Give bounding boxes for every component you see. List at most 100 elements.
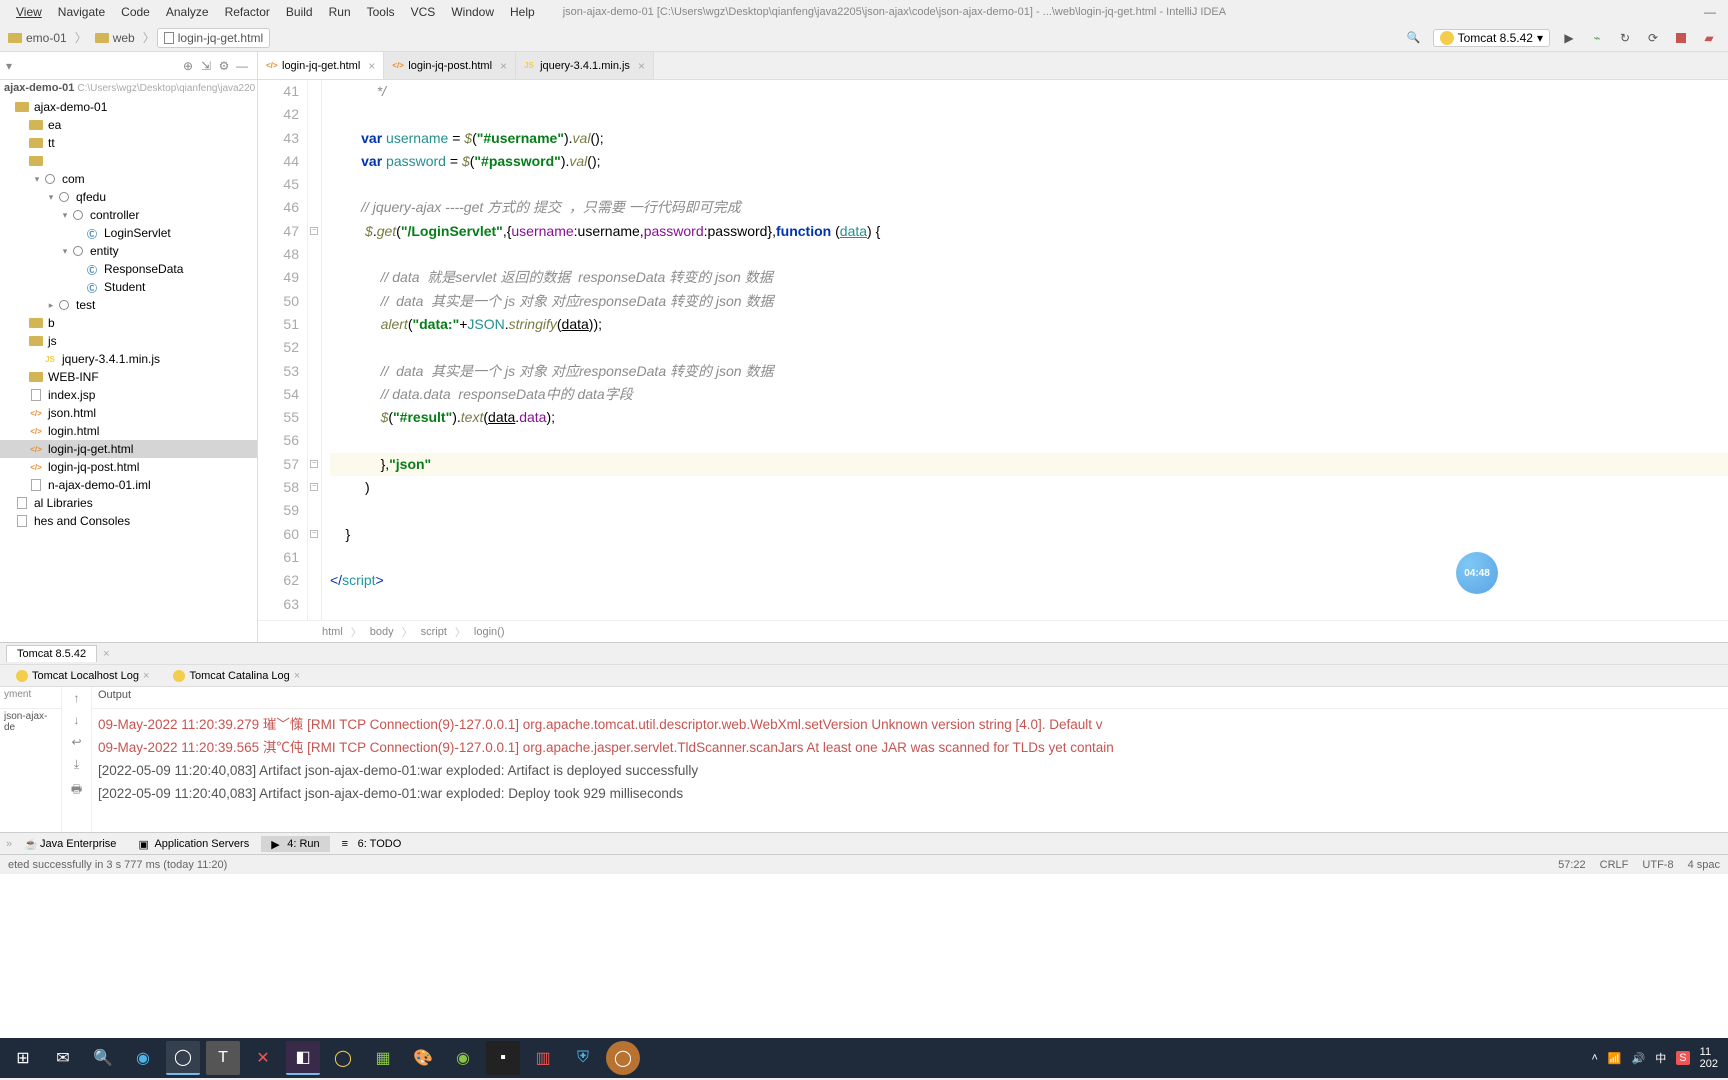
- shield-icon[interactable]: ⛨: [566, 1041, 600, 1075]
- start-button[interactable]: ⊞: [6, 1041, 40, 1075]
- close-icon[interactable]: ×: [500, 59, 507, 73]
- fold-gutter[interactable]: −−−−: [308, 80, 322, 620]
- paint-icon[interactable]: 🎨: [406, 1041, 440, 1075]
- clock[interactable]: 11202: [1700, 1046, 1718, 1070]
- breadcrumb-folder[interactable]: web: [89, 29, 141, 47]
- tree-item[interactable]: ⒸResponseData: [0, 260, 257, 278]
- deployment-label[interactable]: yment: [0, 687, 61, 709]
- tool-tab[interactable]: ≡6: TODO: [332, 836, 412, 852]
- crumb-item[interactable]: script: [421, 626, 447, 638]
- app-icon-red[interactable]: ✕: [246, 1041, 280, 1075]
- volume-icon[interactable]: 🔊: [1632, 1052, 1646, 1065]
- hide-icon[interactable]: —: [233, 57, 251, 75]
- menu-tools[interactable]: Tools: [359, 3, 403, 21]
- tree-item[interactable]: tt: [0, 134, 257, 152]
- menu-analyze[interactable]: Analyze: [158, 3, 217, 21]
- tree-item[interactable]: n-ajax-demo-01.iml: [0, 476, 257, 494]
- menu-navigate[interactable]: Navigate: [50, 3, 113, 21]
- run-tab-label[interactable]: Tomcat 8.5.42: [6, 645, 97, 662]
- close-icon[interactable]: ×: [638, 59, 645, 73]
- ime-icon[interactable]: S: [1676, 1051, 1689, 1065]
- tree-item[interactable]: ▾qfedu: [0, 188, 257, 206]
- tool-tab[interactable]: ▣Application Servers: [128, 836, 259, 852]
- tree-item[interactable]: [0, 152, 257, 170]
- run-config-dropdown[interactable]: Tomcat 8.5.42 ▾: [1433, 29, 1550, 47]
- close-icon[interactable]: ×: [368, 59, 375, 73]
- editor-tab[interactable]: </>login-jq-post.html×: [384, 52, 516, 79]
- intellij-icon[interactable]: ◧: [286, 1041, 320, 1075]
- close-icon[interactable]: ×: [103, 648, 109, 660]
- tree-item[interactable]: ▾controller: [0, 206, 257, 224]
- up-arrow-icon[interactable]: ↑: [74, 691, 80, 705]
- menu-refactor[interactable]: Refactor: [217, 3, 278, 21]
- soft-wrap-icon[interactable]: ↩: [71, 735, 81, 749]
- minimize-icon[interactable]: —: [1692, 5, 1728, 19]
- down-arrow-icon[interactable]: ↓: [74, 713, 80, 727]
- tree-item[interactable]: ▾entity: [0, 242, 257, 260]
- console-output[interactable]: 09-May-2022 11:20:39.279 璀﹀憡 [RMI TCP Co…: [92, 709, 1728, 832]
- wifi-icon[interactable]: 📶: [1608, 1052, 1622, 1065]
- code-editor[interactable]: 4142434445464748495051525354555657585960…: [258, 80, 1728, 620]
- system-tray[interactable]: ˄ 📶 🔊 中 S 11202: [1591, 1046, 1728, 1070]
- office-icon[interactable]: ▥: [526, 1041, 560, 1075]
- app-icon-green[interactable]: ▦: [366, 1041, 400, 1075]
- tool-tab[interactable]: ☕Java Enterprise: [14, 836, 126, 852]
- menu-code[interactable]: Code: [113, 3, 158, 21]
- app-icon-yellow[interactable]: ◯: [326, 1041, 360, 1075]
- structure-breadcrumb[interactable]: html〉body〉script〉login(): [258, 620, 1728, 642]
- tree-item[interactable]: </>login.html: [0, 422, 257, 440]
- file-encoding[interactable]: UTF-8: [1642, 859, 1673, 871]
- tree-item[interactable]: ea: [0, 116, 257, 134]
- tree-item[interactable]: b: [0, 314, 257, 332]
- tree-item[interactable]: index.jsp: [0, 386, 257, 404]
- tree-item[interactable]: al Libraries: [0, 494, 257, 512]
- scroll-end-icon[interactable]: ⤓: [74, 757, 79, 772]
- locate-icon[interactable]: ⊕: [179, 57, 197, 75]
- collapse-icon[interactable]: ⇲: [197, 57, 215, 75]
- line-separator[interactable]: CRLF: [1600, 859, 1629, 871]
- menu-window[interactable]: Window: [443, 3, 502, 21]
- tree-item[interactable]: WEB-INF: [0, 368, 257, 386]
- tree-item[interactable]: </>json.html: [0, 404, 257, 422]
- gear-icon[interactable]: ⚙: [215, 57, 233, 75]
- tree-item[interactable]: ▸test: [0, 296, 257, 314]
- terminal-icon[interactable]: ▪: [486, 1041, 520, 1075]
- project-tree[interactable]: ajax-demo-01eatt▾com▾qfedu▾controllerⒸLo…: [0, 96, 257, 532]
- update-button[interactable]: ⟳: [1644, 29, 1662, 47]
- crumb-item[interactable]: html: [322, 626, 343, 638]
- run-button[interactable]: ▶: [1560, 29, 1578, 47]
- editor-tab[interactable]: </>login-jq-get.html×: [258, 52, 384, 79]
- app-icon-leaf[interactable]: ◉: [446, 1041, 480, 1075]
- more-icon[interactable]: »: [6, 838, 12, 850]
- breadcrumb-module[interactable]: emo-01: [2, 29, 73, 47]
- log-tab[interactable]: Tomcat Catalina Log×: [167, 668, 306, 684]
- search-icon[interactable]: 🔍: [86, 1041, 120, 1075]
- code-content[interactable]: 04:48 */ var username = $("#username").v…: [322, 80, 1728, 620]
- tree-item[interactable]: js: [0, 332, 257, 350]
- menu-run[interactable]: Run: [321, 3, 359, 21]
- tray-up-icon[interactable]: ˄: [1591, 1052, 1597, 1064]
- project-root[interactable]: ajax-demo-01 C:\Users\wgz\Desktop\qianfe…: [0, 80, 257, 96]
- breadcrumb-file[interactable]: login-jq-get.html: [157, 28, 270, 48]
- search-icon[interactable]: [1405, 29, 1423, 47]
- tree-item[interactable]: </>login-jq-get.html: [0, 440, 257, 458]
- indent-info[interactable]: 4 spac: [1688, 859, 1720, 871]
- avatar-icon[interactable]: ◯: [606, 1041, 640, 1075]
- tree-item[interactable]: hes and Consoles: [0, 512, 257, 530]
- crumb-item[interactable]: login(): [474, 626, 505, 638]
- rerun-button[interactable]: ↻: [1616, 29, 1634, 47]
- text-app-icon[interactable]: T: [206, 1041, 240, 1075]
- crumb-item[interactable]: body: [370, 626, 394, 638]
- menu-help[interactable]: Help: [502, 3, 543, 21]
- tree-item[interactable]: ⒸStudent: [0, 278, 257, 296]
- debug-button[interactable]: ⌁: [1588, 29, 1606, 47]
- editor-tab[interactable]: JSjquery-3.4.1.min.js×: [516, 52, 654, 79]
- chrome-icon[interactable]: ◯: [166, 1041, 200, 1075]
- project-dropdown-icon[interactable]: ▾: [6, 59, 12, 73]
- close-icon[interactable]: ×: [143, 670, 149, 682]
- mail-icon[interactable]: ✉: [46, 1041, 80, 1075]
- tree-item[interactable]: ▾com: [0, 170, 257, 188]
- more-icon[interactable]: ▰: [1700, 29, 1718, 47]
- print-icon[interactable]: 🖶: [71, 780, 82, 801]
- menu-view[interactable]: View: [8, 3, 50, 21]
